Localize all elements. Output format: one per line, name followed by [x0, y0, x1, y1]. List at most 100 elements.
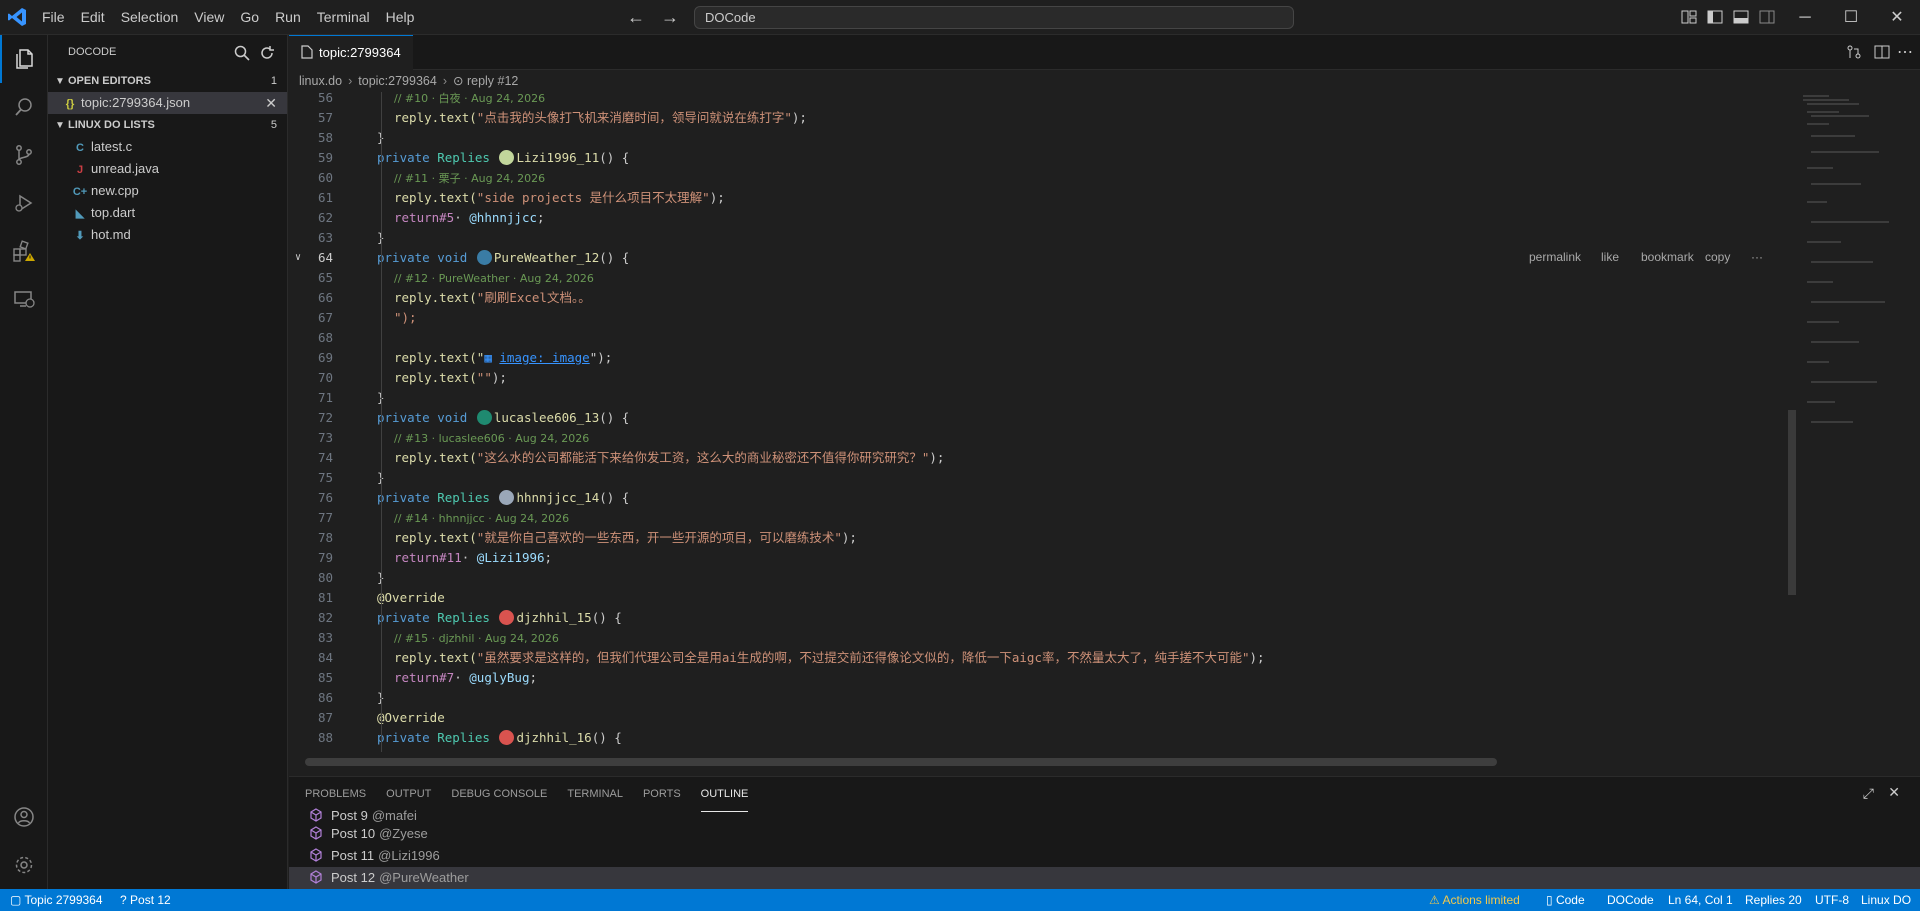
tab-outline[interactable]: OUTLINE: [700, 777, 749, 812]
code-line[interactable]: 57 reply.text("点击我的头像打飞机来消磨时间，领导问就说在练打字")…: [289, 108, 1789, 128]
tab-terminal[interactable]: TERMINAL: [567, 777, 623, 812]
forward-arrow-icon[interactable]: →: [659, 6, 681, 28]
tab-ports[interactable]: PORTS: [643, 777, 681, 812]
hover-action-permalink[interactable]: permalink: [1529, 250, 1581, 264]
status-topic[interactable]: ▢ Topic 2799364: [10, 889, 103, 911]
open-editor-item[interactable]: {} topic:2799364.json ✕: [48, 92, 287, 114]
split-editor-icon[interactable]: [1873, 43, 1891, 61]
outline-item[interactable]: Post 11 @Lizi1996: [289, 845, 1920, 867]
tab-topic[interactable]: topic:2799364: [289, 35, 413, 70]
fold-chevron-icon[interactable]: ∨: [295, 248, 301, 268]
maximize-panel-icon[interactable]: ⤢: [1863, 785, 1874, 802]
extensions-warning-icon[interactable]: [0, 227, 48, 275]
code-line[interactable]: 67 ");: [289, 308, 1789, 328]
search-icon[interactable]: [233, 44, 251, 62]
close-window-button[interactable]: ✕: [1874, 0, 1920, 35]
status-encoding[interactable]: UTF-8: [1815, 889, 1849, 911]
status-mode[interactable]: ▯ Code: [1546, 889, 1585, 911]
menu-item-selection[interactable]: Selection: [113, 0, 187, 35]
status-site[interactable]: Linux DO: [1861, 889, 1911, 911]
more-actions-icon[interactable]: ⋯: [1897, 35, 1913, 70]
breadcrumb-item[interactable]: linux.do: [299, 74, 342, 88]
minimize-button[interactable]: ─: [1782, 0, 1828, 35]
hover-action-like[interactable]: like: [1601, 250, 1619, 264]
code-line[interactable]: 65 // #12 · PureWeather · Aug 24, 2026: [289, 268, 1789, 288]
image-link[interactable]: image: image: [499, 350, 589, 365]
outline-item[interactable]: Post 12 @PureWeather: [289, 867, 1920, 889]
code-line[interactable]: 60 // #11 · 栗子 · Aug 24, 2026: [289, 168, 1789, 188]
menu-item-terminal[interactable]: Terminal: [309, 0, 378, 35]
code-line[interactable]: 75}: [289, 468, 1789, 488]
hover-action-more[interactable]: ···: [1751, 250, 1763, 264]
code-line[interactable]: 73 // #13 · lucaslee606 · Aug 24, 2026: [289, 428, 1789, 448]
code-line[interactable]: 56 // #10 · 白夜 · Aug 24, 2026: [289, 92, 1789, 108]
status-replies[interactable]: Replies 20: [1745, 889, 1802, 911]
status-app[interactable]: DOCode: [1607, 889, 1654, 911]
outline-item[interactable]: Post 10 @Zyese: [289, 823, 1920, 845]
code-line[interactable]: 81 @Override: [289, 588, 1789, 608]
refresh-icon[interactable]: [258, 44, 276, 62]
code-line[interactable]: 72 private void lucaslee606_13() {: [289, 408, 1789, 428]
toggle-primary-sidebar-icon[interactable]: [1706, 8, 1724, 26]
close-icon[interactable]: ✕: [265, 92, 277, 114]
code-line[interactable]: 74 reply.text("这么水的公司都能活下来给你发工资，这么大的商业秘密还…: [289, 448, 1789, 468]
code-line[interactable]: 78 reply.text("就是你自己喜欢的一些东西，开一些开源的项目，可以磨练…: [289, 528, 1789, 548]
menu-item-view[interactable]: View: [186, 0, 232, 35]
menu-item-go[interactable]: Go: [232, 0, 267, 35]
code-line[interactable]: 70 reply.text("");: [289, 368, 1789, 388]
minimap[interactable]: [1789, 92, 1909, 752]
code-line[interactable]: 87 @Override: [289, 708, 1789, 728]
menu-item-help[interactable]: Help: [378, 0, 423, 35]
breadcrumb-item[interactable]: reply #12: [467, 74, 518, 88]
breadcrumb-item[interactable]: topic:2799364: [358, 74, 437, 88]
vertical-scrollbar[interactable]: [1788, 410, 1796, 595]
settings-gear-icon[interactable]: [0, 841, 48, 889]
code-line[interactable]: 62 return#5· @hhnnjjcc;: [289, 208, 1789, 228]
account-icon[interactable]: [0, 793, 48, 841]
status-position[interactable]: Ln 64, Col 1: [1668, 889, 1733, 911]
code-line[interactable]: 85 return#7· @uglyBug;: [289, 668, 1789, 688]
hover-action-copy[interactable]: copy: [1705, 250, 1730, 264]
code-line[interactable]: 77 // #14 · hhnnjjcc · Aug 24, 2026: [289, 508, 1789, 528]
file-item[interactable]: Junread.java: [48, 158, 287, 180]
code-line[interactable]: 63}: [289, 228, 1789, 248]
code-line[interactable]: 66 reply.text("刷刷Excel文档。。: [289, 288, 1789, 308]
menu-item-file[interactable]: File: [34, 0, 73, 35]
menu-item-run[interactable]: Run: [267, 0, 309, 35]
hover-action-bookmark[interactable]: bookmark: [1641, 250, 1694, 264]
code-line[interactable]: 59 private Replies Lizi1996_11() {: [289, 148, 1789, 168]
code-line[interactable]: 83 // #15 · djzhhil · Aug 24, 2026: [289, 628, 1789, 648]
code-line[interactable]: 69 reply.text("▦ image: image");: [289, 348, 1789, 368]
code-line[interactable]: 76 private Replies hhnnjjcc_14() {: [289, 488, 1789, 508]
open-editors-section[interactable]: ▼ OPEN EDITORS 1: [48, 70, 287, 92]
close-panel-icon[interactable]: ✕: [1888, 784, 1900, 801]
code-line[interactable]: 84 reply.text("虽然要求是这样的，但我们代理公司全是用ai生成的啊，…: [289, 648, 1789, 668]
code-line[interactable]: 61 reply.text("side projects 是什么项目不太理解");: [289, 188, 1789, 208]
tab-debug-console[interactable]: DEBUG CONSOLE: [451, 777, 547, 812]
code-line[interactable]: 88 private Replies djzhhil_16() {: [289, 728, 1789, 748]
source-control-icon[interactable]: [0, 131, 48, 179]
code-editor[interactable]: 56 // #10 · 白夜 · Aug 24, 2026 57 reply.text…: [289, 92, 1789, 752]
file-item[interactable]: ⬇ hot.md: [48, 224, 287, 246]
explorer-icon[interactable]: [0, 35, 48, 83]
code-line[interactable]: 82 private Replies djzhhil_15() {: [289, 608, 1789, 628]
remote-explorer-icon[interactable]: [0, 275, 48, 323]
status-actions[interactable]: ⚠ Actions limited: [1429, 889, 1520, 911]
toggle-panel-icon[interactable]: [1732, 8, 1750, 26]
run-debug-icon[interactable]: [0, 179, 48, 227]
code-line[interactable]: 58}: [289, 128, 1789, 148]
file-item[interactable]: Clatest.c: [48, 136, 287, 158]
back-arrow-icon[interactable]: ←: [625, 6, 647, 28]
tab-output[interactable]: OUTPUT: [386, 777, 431, 812]
file-item[interactable]: C+ new.cpp: [48, 180, 287, 202]
command-center-search[interactable]: DOCode: [694, 6, 1294, 29]
maximize-button[interactable]: ☐: [1828, 0, 1874, 35]
code-line[interactable]: 80}: [289, 568, 1789, 588]
code-line[interactable]: 71}: [289, 388, 1789, 408]
search-icon[interactable]: [0, 83, 48, 131]
customize-layout-icon[interactable]: [1680, 8, 1698, 26]
code-line[interactable]: 86}: [289, 688, 1789, 708]
code-line[interactable]: 79 return#11· @Lizi1996;: [289, 548, 1789, 568]
horizontal-scrollbar[interactable]: [305, 758, 1497, 766]
tab-problems[interactable]: PROBLEMS: [305, 777, 366, 812]
